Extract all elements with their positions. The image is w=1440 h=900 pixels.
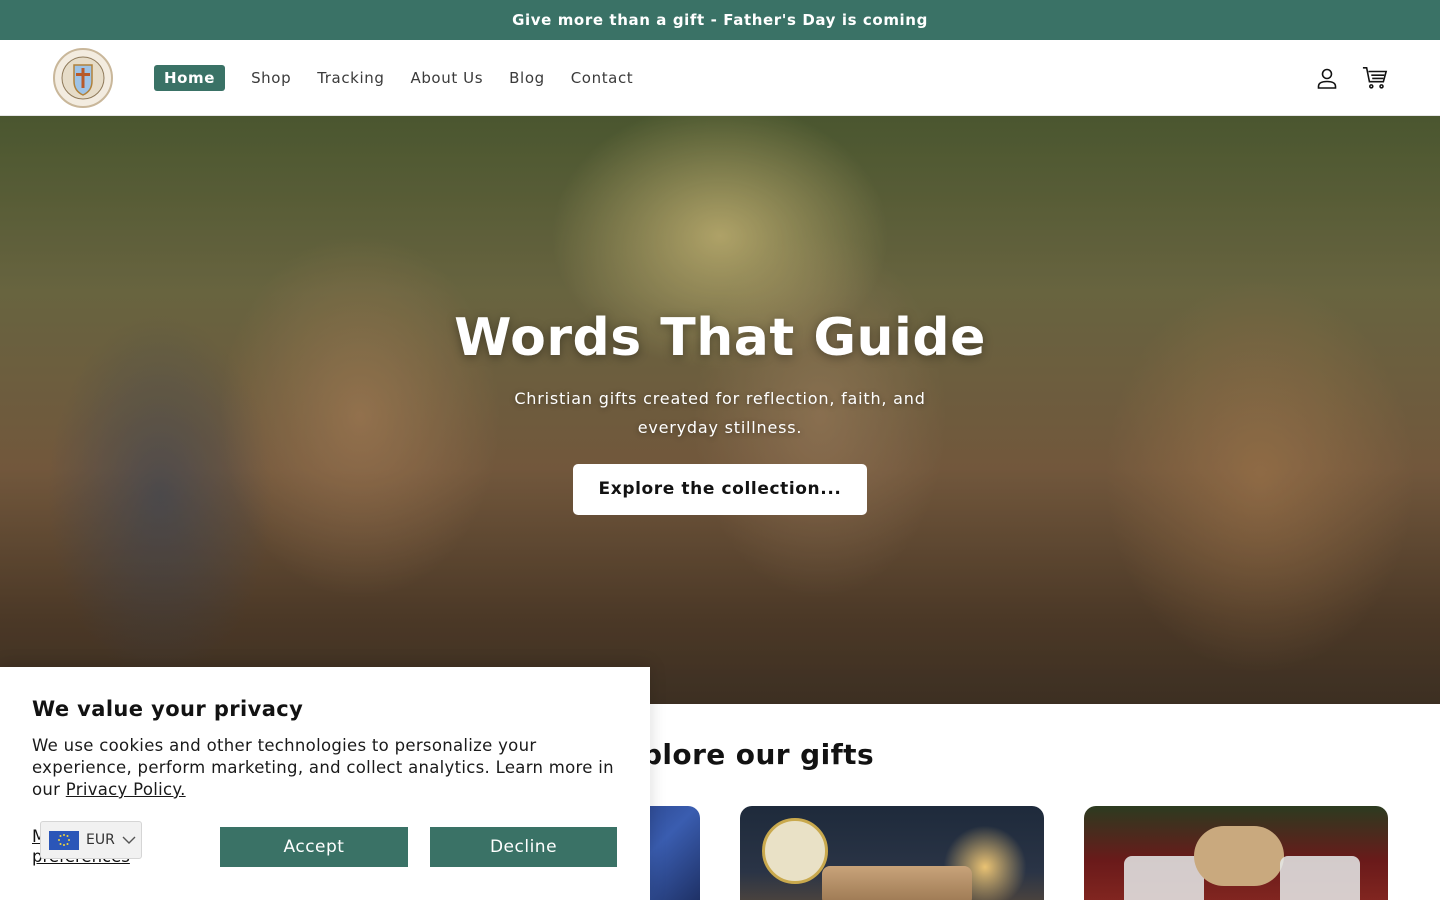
jar-image	[1280, 856, 1360, 900]
site-header: Home Shop Tracking About Us Blog Contact	[0, 40, 1440, 116]
nav-about-us[interactable]: About Us	[410, 69, 483, 87]
nav-contact[interactable]: Contact	[571, 69, 634, 87]
nav-blog[interactable]: Blog	[509, 69, 545, 87]
accept-button[interactable]: Accept	[220, 827, 408, 867]
chevron-down-icon	[122, 836, 136, 844]
hero-title: Words That Guide	[454, 308, 986, 368]
product-card[interactable]	[740, 806, 1044, 900]
nav-home[interactable]: Home	[154, 64, 226, 91]
seal-image	[762, 818, 828, 884]
ribbon-image	[1194, 826, 1284, 886]
nav-shop[interactable]: Shop	[251, 69, 291, 87]
announcement-bar: Give more than a gift - Father's Day is …	[0, 0, 1440, 40]
header-icons	[1314, 65, 1388, 91]
hero-subtitle: Christian gifts created for reflection, …	[514, 389, 926, 437]
site-logo[interactable]	[52, 47, 114, 109]
currency-code: EUR	[86, 832, 115, 848]
cookie-text: We use cookies and other technologies to…	[32, 735, 618, 801]
privacy-policy-link[interactable]: Privacy Policy.	[66, 780, 186, 799]
decline-button[interactable]: Decline	[430, 827, 617, 867]
currency-selector[interactable]: EUR	[40, 821, 142, 859]
jar-image	[822, 866, 972, 900]
product-card[interactable]	[1084, 806, 1388, 900]
hero-banner: Words That Guide Christian gifts created…	[0, 116, 1440, 704]
hero-content: Words That Guide Christian gifts created…	[0, 306, 1440, 515]
eu-flag-icon	[49, 830, 79, 850]
jar-image	[1124, 856, 1204, 900]
main-nav: Home Shop Tracking About Us Blog Contact	[154, 64, 634, 91]
explore-collection-button[interactable]: Explore the collection...	[573, 464, 867, 515]
account-icon[interactable]	[1314, 65, 1340, 91]
announcement-text: Give more than a gift - Father's Day is …	[512, 11, 928, 29]
cookie-title: We value your privacy	[32, 697, 304, 721]
nav-tracking[interactable]: Tracking	[317, 69, 384, 87]
cookie-banner: We value your privacy We use cookies and…	[0, 667, 650, 900]
cart-icon[interactable]	[1362, 65, 1388, 91]
